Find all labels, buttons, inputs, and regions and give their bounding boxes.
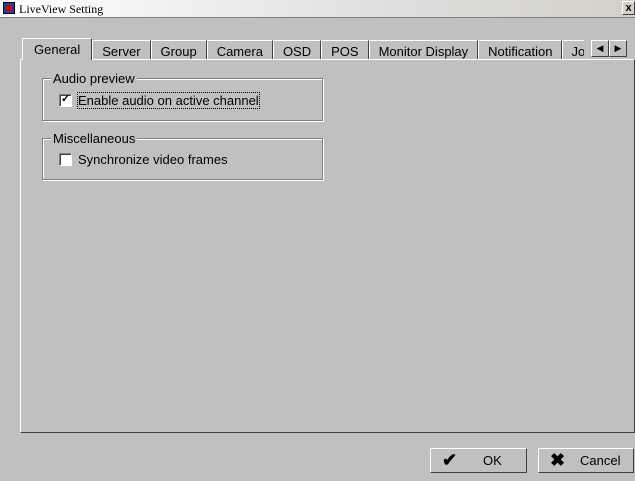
tab-notification[interactable]: Notification [478, 40, 563, 60]
tab-general[interactable]: General [22, 38, 93, 60]
arrow-right-icon: ▶ [614, 43, 622, 53]
app-icon [3, 2, 15, 14]
tab-monitor-display[interactable]: Monitor Display [368, 40, 479, 60]
checkmark-icon: ✔ [442, 450, 458, 470]
miscellaneous-title: Miscellaneous [51, 131, 138, 146]
tab-jo-partial[interactable]: Jo [562, 40, 585, 60]
close-button[interactable]: x [622, 1, 635, 15]
cancel-button[interactable]: ✖ Cancel [538, 448, 634, 473]
enable-audio-row[interactable]: ✓ Enable audio on active channel [59, 92, 260, 109]
tab-strip: General Server Group Camera OSD POS Moni… [22, 38, 585, 60]
tab-group[interactable]: Group [150, 40, 207, 60]
tab-scroll-buttons: ◀ ▶ [591, 40, 627, 57]
audio-preview-group: Audio preview ✓ Enable audio on active c… [42, 71, 323, 121]
tab-scroll-right-button[interactable]: ▶ [609, 40, 627, 57]
tab-osd[interactable]: OSD [272, 40, 322, 60]
tab-scroll-left-button[interactable]: ◀ [591, 40, 609, 57]
window-title: LiveView Setting [19, 2, 104, 16]
sync-frames-row[interactable]: Synchronize video frames [59, 152, 228, 167]
ok-button-label: OK [483, 453, 502, 468]
check-icon: ✓ [61, 93, 71, 105]
title-bar[interactable]: LiveView Setting x [0, 0, 635, 18]
arrow-left-icon: ◀ [596, 43, 604, 53]
sync-frames-label[interactable]: Synchronize video frames [78, 152, 228, 167]
close-icon: x [625, 2, 632, 14]
ok-button[interactable]: ✔ OK [430, 448, 527, 473]
tab-pos[interactable]: POS [321, 40, 369, 60]
audio-preview-title: Audio preview [51, 71, 137, 86]
enable-audio-label[interactable]: Enable audio on active channel [77, 92, 260, 109]
x-icon: ✖ [550, 450, 566, 470]
miscellaneous-group: Miscellaneous Synchronize video frames [42, 131, 323, 180]
enable-audio-checkbox[interactable]: ✓ [59, 93, 72, 107]
tab-camera[interactable]: Camera [206, 40, 273, 60]
cancel-button-label: Cancel [580, 453, 621, 468]
tab-server[interactable]: Server [92, 40, 151, 60]
sync-frames-checkbox[interactable] [59, 153, 72, 166]
